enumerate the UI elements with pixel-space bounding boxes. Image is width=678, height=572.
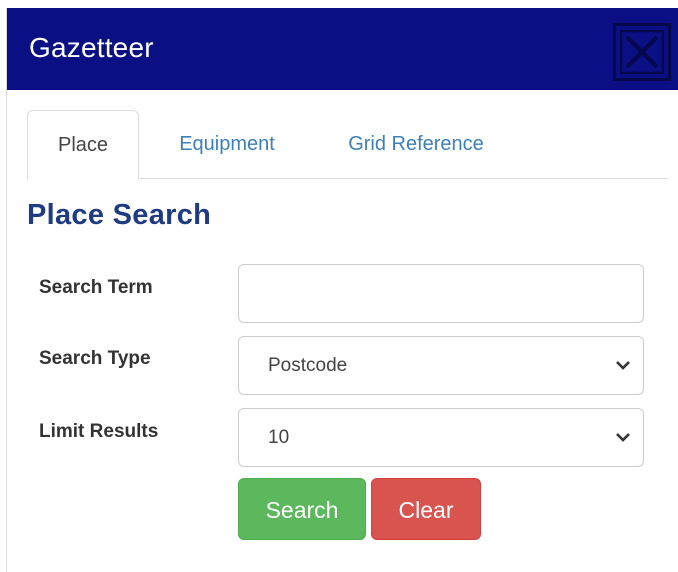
search-type-label: Search Type [39,348,151,369]
tab-equipment[interactable]: Equipment [167,110,287,179]
tab-bar: Place Equipment Grid Reference [7,90,678,180]
gazetteer-panel: Gazetteer Place Equipment Grid Reference… [6,8,678,572]
search-type-select[interactable]: Postcode [238,336,644,395]
tab-place[interactable]: Place [27,110,139,179]
clear-button[interactable]: Clear [371,478,481,540]
close-button[interactable] [613,23,671,81]
window-title: Gazetteer [29,32,154,63]
search-term-label: Search Term [39,277,153,298]
close-icon [620,30,664,74]
search-button[interactable]: Search [238,478,366,540]
search-type-value: Postcode [268,355,348,376]
search-term-field[interactable] [238,264,644,323]
search-term-input[interactable] [239,265,643,322]
limit-results-value: 10 [268,427,290,448]
chevron-down-icon [616,361,630,370]
tab-grid-reference[interactable]: Grid Reference [331,110,501,179]
limit-results-select[interactable]: 10 [238,408,644,467]
title-bar: Gazetteer [7,8,678,90]
limit-results-label: Limit Results [39,421,159,442]
chevron-down-icon [616,433,630,442]
place-search-heading: Place Search [27,199,212,231]
